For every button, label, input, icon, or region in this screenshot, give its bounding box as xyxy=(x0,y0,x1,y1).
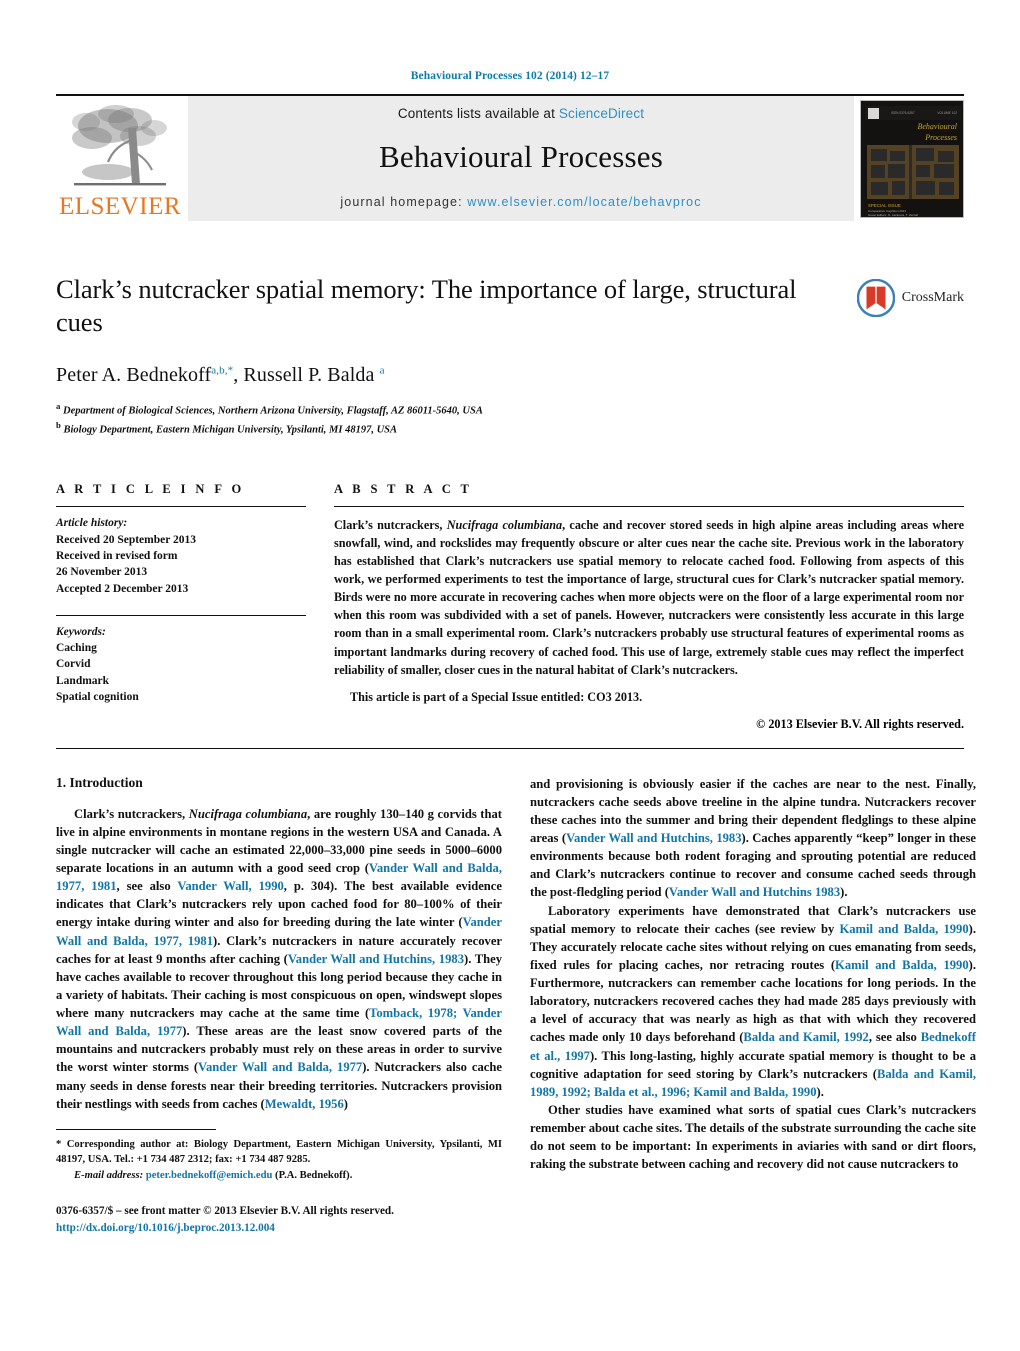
email-label: E-mail address: xyxy=(74,1169,144,1181)
article-info-heading: A R T I C L E I N F O xyxy=(56,482,245,497)
crossmark-icon xyxy=(856,279,895,317)
history-received: Received 20 September 2013 xyxy=(56,533,196,546)
history-accepted: Accepted 2 December 2013 xyxy=(56,582,189,595)
paragraph: Other studies have examined what sorts o… xyxy=(530,1102,976,1172)
svg-text:ISSN 0376-6357: ISSN 0376-6357 xyxy=(891,111,915,115)
abstract-text: Clark’s nutcrackers, Nucifraga columbian… xyxy=(334,518,964,677)
journal-masthead: ELSEVIER Contents lists available at Sci… xyxy=(56,96,964,221)
running-head: Behavioural Processes 102 (2014) 12–17 xyxy=(410,70,610,82)
contents-prefix: Contents lists available at xyxy=(397,106,559,121)
authors-text: Peter A. Bednekoffa,b,*, Russell P. Bald… xyxy=(56,363,385,386)
affiliations: a Department of Biological Sciences, Nor… xyxy=(56,400,964,438)
cover-art: ISSN 0376-6357 VOLUME 102 Behavioural Pr… xyxy=(861,100,963,217)
article-info-rule xyxy=(56,506,306,508)
article-info-column: A R T I C L E I N F O Article history: R… xyxy=(56,482,306,731)
homepage-label: journal homepage: xyxy=(340,195,468,209)
sciencedirect-link[interactable]: ScienceDirect xyxy=(559,106,644,121)
paragraph: and provisioning is obviously easier if … xyxy=(530,776,977,900)
issn-block: 0376-6357/$ – see front matter © 2013 El… xyxy=(56,1203,502,1237)
masthead-center: Contents lists available at ScienceDirec… xyxy=(188,96,854,221)
journal-title: Behavioural Processes xyxy=(379,139,663,174)
page-title: Clark’s nutcracker spatial memory: The i… xyxy=(56,274,797,338)
abstract-special-issue: This article is part of a Special Issue … xyxy=(350,689,643,704)
title-block: CrossMark Clark’s nutcracker spatial mem… xyxy=(56,273,964,438)
article-history: Article history: Received 20 September 2… xyxy=(56,515,306,597)
affiliation-b-marker: b xyxy=(56,420,61,431)
email-attribution: (P.A. Bednekoff). xyxy=(275,1169,353,1181)
abstract-column: A B S T R A C T Clark’s nutcrackers, Nuc… xyxy=(334,482,964,731)
keyword-item: Caching xyxy=(56,642,97,655)
affiliation-a-marker: a xyxy=(56,400,61,411)
section-heading-introduction: 1. Introduction xyxy=(56,774,143,790)
svg-text:Behavioural: Behavioural xyxy=(917,122,957,131)
abstract-rule xyxy=(334,506,964,508)
email-link[interactable]: peter.bednekoff@emich.edu xyxy=(146,1170,273,1181)
issn-line: 0376-6357/$ – see front matter © 2013 El… xyxy=(56,1204,394,1217)
history-revised-date: 26 November 2013 xyxy=(56,566,148,579)
elsevier-tree-icon xyxy=(72,105,167,186)
svg-text:VOLUME 102: VOLUME 102 xyxy=(937,111,957,115)
journal-homepage-line: journal homepage: www.elsevier.com/locat… xyxy=(340,195,701,209)
journal-cover-thumbnail: ISSN 0376-6357 VOLUME 102 Behavioural Pr… xyxy=(860,99,964,218)
keywords-label: Keywords: xyxy=(56,625,106,638)
affiliation-b-text: Biology Department, Eastern Michigan Uni… xyxy=(63,424,398,436)
svg-text:SPECIAL ISSUE: SPECIAL ISSUE xyxy=(868,203,901,208)
contents-line: Contents lists available at ScienceDirec… xyxy=(398,106,644,121)
keyword-item: Corvid xyxy=(56,658,91,671)
affiliation-b: b Biology Department, Eastern Michigan U… xyxy=(56,419,964,438)
keywords-rule xyxy=(56,614,306,616)
keyword-item: Spatial cognition xyxy=(56,691,139,704)
author-list: Peter A. Bednekoffa,b,*, Russell P. Bald… xyxy=(56,364,964,387)
homepage-url-link[interactable]: www.elsevier.com/locate/behavproc xyxy=(467,195,701,209)
body-column-right: and provisioning is obviously easier if … xyxy=(530,775,976,1237)
crossmark-badge[interactable]: CrossMark xyxy=(856,279,964,317)
paper-page: Behavioural Processes 102 (2014) 12–17 E… xyxy=(0,0,1020,1351)
abstract-copyright: © 2013 Elsevier B.V. All rights reserved… xyxy=(756,716,964,731)
affiliation-a-text: Department of Biological Sciences, North… xyxy=(63,405,483,417)
crossmark-label: CrossMark xyxy=(901,290,964,305)
keyword-item: Landmark xyxy=(56,674,110,687)
paragraph: Laboratory experiments have demonstrated… xyxy=(530,903,976,1099)
info-abstract-region: A R T I C L E I N F O Article history: R… xyxy=(56,482,964,731)
paragraph: Clark’s nutcrackers, Nucifraga columbian… xyxy=(56,806,502,1111)
body-separator-rule xyxy=(56,747,964,749)
history-label: Article history: xyxy=(56,517,128,530)
body-column-left: 1. Introduction Clark’s nutcrackers, Nuc… xyxy=(56,775,502,1237)
history-revised-label: Received in revised form xyxy=(56,549,178,562)
svg-text:Guest Editors: O. Lazareva, T.: Guest Editors: O. Lazareva, T. Zentall xyxy=(868,213,918,217)
footnote-rule xyxy=(56,1128,216,1130)
abstract-heading: A B S T R A C T xyxy=(334,482,473,497)
corresponding-author-note: * Corresponding author at: Biology Depar… xyxy=(56,1138,502,1165)
elsevier-logo: ELSEVIER xyxy=(56,96,184,221)
doi-link[interactable]: http://dx.doi.org/10.1016/j.beproc.2013.… xyxy=(56,1220,502,1237)
elsevier-wordmark: ELSEVIER xyxy=(58,193,182,220)
footnote-block: * Corresponding author at: Biology Depar… xyxy=(56,1128,502,1237)
keywords-block: Keywords: Caching Corvid Landmark Spatia… xyxy=(56,624,306,706)
body-columns: 1. Introduction Clark’s nutcrackers, Nuc… xyxy=(56,775,976,1237)
email-note: E-mail address: peter.bednekoff@emich.ed… xyxy=(56,1168,502,1183)
svg-text:Processes: Processes xyxy=(924,133,957,142)
affiliation-a: a Department of Biological Sciences, Nor… xyxy=(56,400,964,419)
